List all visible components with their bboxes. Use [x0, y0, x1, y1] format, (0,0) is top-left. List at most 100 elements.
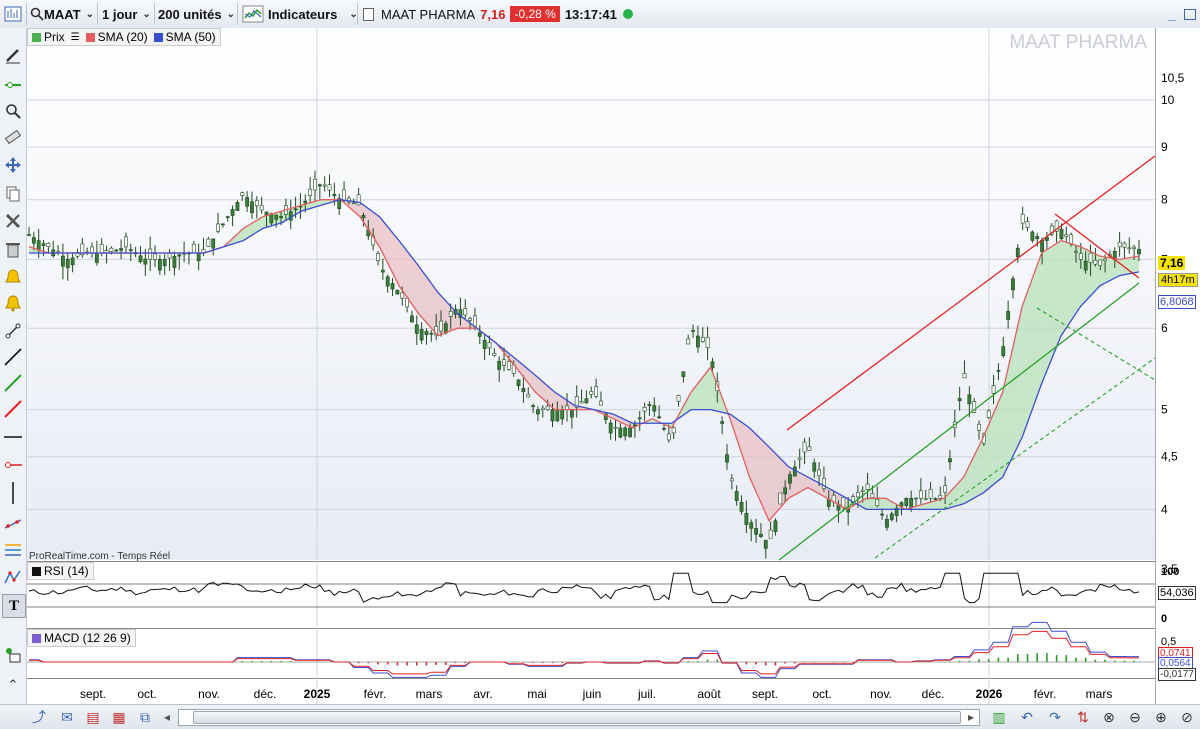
candle-body — [226, 217, 229, 218]
candle-body — [71, 258, 74, 265]
grid-menu-icon[interactable] — [4, 4, 22, 24]
candle-body — [498, 361, 501, 369]
time-axis-label: nov. — [198, 687, 220, 701]
scroll-left-icon[interactable]: ◂ — [158, 708, 176, 726]
macd-legend-label: MACD (12 26 9) — [44, 631, 135, 645]
symbol-search-icon[interactable] — [30, 4, 44, 24]
rsi-legend[interactable]: RSI (14) — [27, 562, 94, 580]
macd-histogram-bar — [271, 661, 273, 662]
chart-panel[interactable]: sept.oct.nov.déc.2025févr.marsavr.maijui… — [27, 28, 1155, 704]
trendline-black-icon[interactable] — [2, 346, 24, 368]
zoom-fit-icon[interactable]: ⊗ — [1100, 708, 1118, 726]
minimize-icon[interactable]: _ — [1168, 4, 1176, 24]
line-tool-icon[interactable] — [2, 74, 24, 96]
candle-body — [260, 205, 263, 210]
candle-body — [856, 492, 859, 497]
share-icon[interactable]: ⤴ — [30, 708, 48, 726]
candle-body — [735, 491, 738, 500]
pane-divider — [27, 628, 1155, 629]
units-selector[interactable]: 200 unités⌄ — [158, 4, 235, 24]
candle-body — [139, 256, 142, 262]
trendline-red-icon[interactable] — [2, 398, 24, 420]
macd-histogram-bar — [707, 660, 709, 663]
tools-icon[interactable] — [2, 210, 24, 232]
trendline-green-icon[interactable] — [2, 372, 24, 394]
text-tool-icon[interactable]: T — [2, 594, 26, 618]
candle-body — [119, 248, 122, 250]
macd-histogram-bar — [542, 662, 544, 663]
email-icon[interactable]: ✉ — [58, 708, 76, 726]
scroll-right-icon[interactable]: ▸ — [962, 708, 980, 726]
pencil-icon[interactable] — [2, 44, 24, 66]
price-axis[interactable]: 10,510987654,543,5 7,16 4h17m 6,8068 100… — [1155, 28, 1200, 704]
sma50-swatch — [154, 33, 163, 42]
chart-type-icon[interactable]: ▥ — [990, 708, 1008, 726]
pattern-icon[interactable] — [2, 566, 24, 588]
undo-icon[interactable]: ↶ — [1018, 708, 1036, 726]
candle-body — [585, 399, 588, 403]
macd-histogram-bar — [1046, 653, 1048, 662]
export-icon[interactable]: ▤ — [84, 708, 102, 726]
candle-body — [323, 185, 326, 186]
segment-icon[interactable] — [2, 320, 24, 342]
macd-histogram-bar — [561, 662, 563, 663]
candle-body — [236, 202, 239, 210]
time-axis-label: sept. — [80, 687, 106, 701]
candle-body — [483, 340, 486, 348]
layers-icon[interactable] — [2, 644, 24, 666]
macd-histogram-bar — [697, 661, 699, 662]
candle-body — [163, 259, 166, 265]
reset-zoom-icon[interactable]: ⊘ — [1178, 708, 1196, 726]
time-scrollbar[interactable] — [178, 709, 980, 726]
candle-body — [430, 333, 433, 334]
move-icon[interactable] — [2, 154, 24, 176]
redo-icon[interactable]: ↷ — [1046, 708, 1064, 726]
screenshot-icon[interactable]: ⧉ — [136, 708, 154, 726]
more-tools-icon[interactable]: ⌃ — [2, 674, 24, 696]
price-legend[interactable]: Prix ☰ SMA (20) SMA (50) — [27, 28, 221, 46]
candle-body — [216, 224, 219, 231]
zoom-out-icon[interactable]: ⊖ — [1126, 708, 1144, 726]
symbol-selector[interactable]: MAAT⌄ — [44, 4, 94, 24]
maximize-icon[interactable] — [1184, 4, 1196, 24]
fibonacci-icon[interactable] — [2, 538, 24, 560]
chart-canvas[interactable]: sept.oct.nov.déc.2025févr.marsavr.maijui… — [27, 28, 1155, 704]
candle-body — [866, 484, 869, 490]
candle-body — [759, 534, 762, 536]
horizontal-ray-icon[interactable] — [2, 454, 24, 476]
candle-body — [197, 253, 200, 261]
candle-body — [241, 193, 244, 196]
candle-body — [764, 540, 767, 548]
scrollbar-thumb[interactable] — [193, 711, 961, 724]
channel-icon[interactable] — [2, 512, 24, 534]
bell-icon[interactable] — [2, 292, 24, 314]
macd-histogram-bar — [532, 662, 534, 663]
macd-histogram-bar — [464, 662, 466, 663]
period-selector[interactable]: 1 jour⌄ — [102, 4, 151, 24]
report-icon[interactable]: ▦ — [110, 708, 128, 726]
candle-body — [842, 497, 845, 507]
indicators-button[interactable]: Indicateurs ⌄ — [242, 4, 358, 24]
candle-body — [1084, 261, 1087, 270]
last-price-badge: 7,16 — [1158, 256, 1185, 270]
macd-histogram-bar — [794, 662, 796, 664]
macd-histogram-bar — [949, 662, 951, 663]
candle-body — [672, 428, 675, 433]
candle-body — [304, 201, 307, 203]
candle-body — [754, 528, 757, 534]
rsi-value-badge: 54,036 — [1158, 586, 1196, 600]
zoom-icon[interactable] — [2, 100, 24, 122]
vertical-line-icon[interactable] — [2, 482, 24, 504]
ruler-icon[interactable] — [2, 126, 24, 148]
alert-icon[interactable] — [2, 266, 24, 288]
trash-icon[interactable] — [2, 238, 24, 260]
candle-body — [401, 293, 404, 298]
candle-body — [410, 316, 413, 322]
copy-icon[interactable] — [2, 183, 24, 205]
horizontal-line-icon[interactable] — [2, 426, 24, 448]
compare-icon[interactable]: ⇅ — [1074, 708, 1092, 726]
zoom-in-icon[interactable]: ⊕ — [1152, 708, 1170, 726]
time-axis-label: 2025 — [304, 687, 331, 701]
candle-body — [328, 185, 331, 191]
macd-legend[interactable]: MACD (12 26 9) — [27, 629, 136, 647]
